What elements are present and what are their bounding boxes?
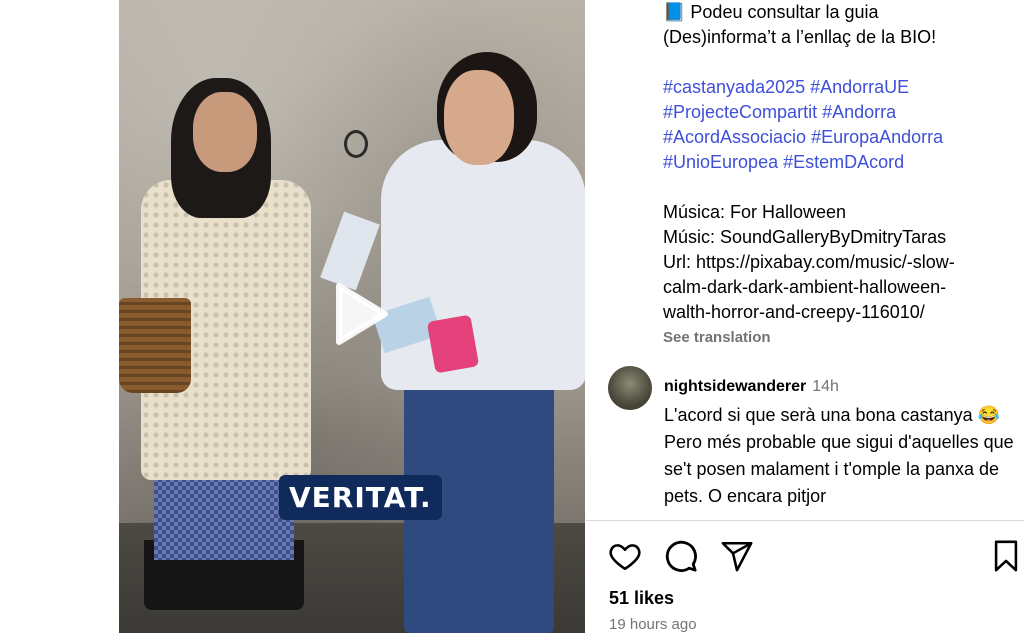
avatar[interactable] [608,366,652,410]
left-gutter [0,0,119,633]
post-sidebar: 📘 Podeu consultar la guia (Des)informa’t… [586,0,1024,633]
hashtag-line[interactable]: #ProjecteCompartit #Andorra [663,100,1013,125]
actions-bar: 51 likes 19 hours ago [586,521,1024,633]
bookmark-icon[interactable] [991,539,1021,573]
hashtag-line[interactable]: #castanyada2025 #AndorraUE [663,75,1013,100]
music-url-line: walth-horror-and-creepy-116010/ [663,302,925,322]
music-url-line: calm-dark-dark-ambient-halloween- [663,277,947,297]
comment-time: 14h [812,378,839,395]
hashtag-line[interactable]: #AcordAssociacio #EuropaAndorra [663,125,1013,150]
woman-right-hoodie [381,140,585,390]
comment-username[interactable]: nightsidewanderer [664,378,806,395]
caption-line: 📘 Podeu consultar la guia [663,2,879,22]
music-line: Músic: SoundGalleryByDmitryTaras [663,227,947,247]
caption-spacer [663,50,1013,75]
caption-line: (Des)informa’t a l’enllaç de la BIO! [663,27,937,47]
music-url-line: Url: https://pixabay.com/music/-slow- [663,252,955,272]
play-icon[interactable] [333,282,389,346]
wall-ring [344,130,368,158]
heart-icon[interactable] [608,539,642,573]
share-icon[interactable] [720,539,754,573]
caption-spacer [663,175,1013,200]
video-player[interactable]: VERITAT. [119,0,585,633]
see-translation-link[interactable]: See translation [663,325,1013,350]
wicker-basket [119,298,191,393]
likes-count[interactable]: 51 likes [609,588,674,609]
video-caption-badge: VERITAT. [279,475,442,520]
hashtag-line[interactable]: #UnioEuropea #EstemDAcord [663,150,1013,175]
post-timestamp: 19 hours ago [609,616,697,633]
comment-icon[interactable] [664,539,698,573]
woman-left-face [193,92,257,172]
pink-phone [426,314,480,374]
comment-body: nightsidewanderer 14h L'acord si que serà… [664,372,1014,510]
music-line: Música: For Halloween [663,202,847,222]
comment-text: L'acord si que serà una bona castanya 😂 … [664,405,1014,506]
post-caption: 📘 Podeu consultar la guia (Des)informa’t… [663,0,1013,350]
woman-right-face [444,70,514,165]
